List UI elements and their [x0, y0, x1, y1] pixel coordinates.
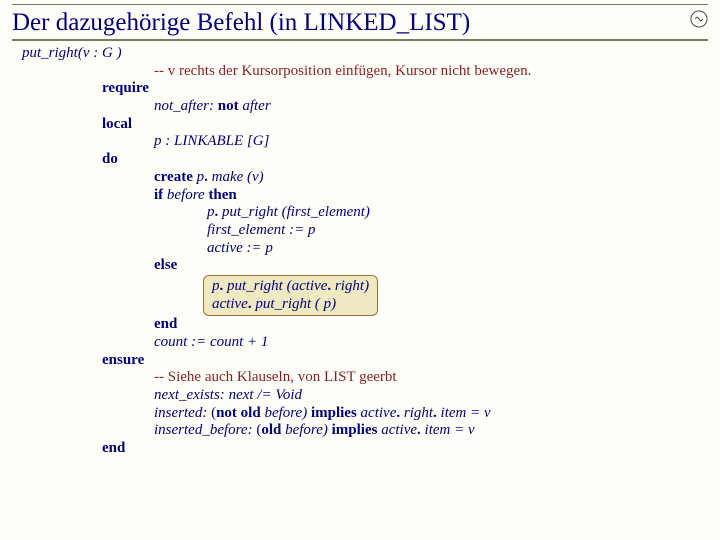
if-cond: before: [167, 187, 205, 203]
create-call: make (v): [212, 169, 264, 185]
e2-a: before): [264, 405, 307, 421]
kw-not: not: [218, 98, 239, 114]
then-2: first_element := p: [207, 222, 720, 240]
kw-create: create: [154, 169, 193, 185]
kw-local: local: [102, 116, 720, 134]
title-block: Der dazugehörige Befehl (in LINKED_LIST): [12, 0, 708, 41]
then1-call: put_right (first_element): [222, 204, 370, 220]
e1-expr: next /= Void: [229, 387, 302, 403]
pre-label: not_after:: [154, 98, 214, 114]
count-line: count := count + 1: [154, 334, 720, 352]
e2-d: item = v: [441, 405, 491, 421]
kw-if: if: [154, 187, 163, 203]
ensure-1: next_exists: next /= Void: [154, 387, 720, 405]
routine-name: put_right: [22, 45, 78, 61]
el1c: right): [335, 278, 369, 294]
top-comment: -- v rechts der Kursorposition einfügen,…: [154, 63, 720, 81]
if-line: if before then: [154, 187, 720, 205]
e3-label: inserted_before:: [154, 422, 253, 438]
else-line-2: active. put_right ( p): [212, 296, 369, 314]
kw-ensure: ensure: [102, 352, 720, 370]
ensure-comment: -- Siehe auch Klauseln, von LIST geerbt: [154, 369, 720, 387]
ensure-3: inserted_before: (old before) implies ac…: [154, 422, 720, 440]
e1-label: next_exists:: [154, 387, 225, 403]
code-block: put_right(v : G ) -- v rechts der Kursor…: [22, 45, 720, 458]
highlight-box: p. put_right (active. right) active. put…: [203, 275, 378, 316]
el2a: active: [212, 296, 248, 312]
then-1: p. put_right (first_element): [207, 204, 720, 222]
then1-target: p: [207, 204, 215, 220]
kw-require: require: [102, 80, 720, 98]
then-3: active := p: [207, 240, 720, 258]
e3-old: old: [261, 422, 281, 438]
el2b: put_right ( p): [255, 296, 336, 312]
e2-old: old: [241, 405, 261, 421]
e2-b: active: [361, 405, 397, 421]
e3-a: before): [285, 422, 328, 438]
create-line: create p. make (v): [154, 169, 720, 187]
kw-end-routine: end: [102, 440, 720, 458]
kw-else: else: [154, 257, 720, 275]
e2-c: right: [404, 405, 433, 421]
precondition: not_after: not after: [154, 98, 720, 116]
e2-implies: implies: [311, 405, 357, 421]
kw-do: do: [102, 151, 720, 169]
e3-c: item = v: [425, 422, 475, 438]
logo-icon: [690, 10, 708, 28]
else-line-1: p. put_right (active. right): [212, 278, 369, 296]
e3-b: active: [381, 422, 417, 438]
e3-implies: implies: [332, 422, 378, 438]
e2-not: not: [216, 405, 237, 421]
kw-then: then: [208, 187, 236, 203]
slide-title: Der dazugehörige Befehl (in LINKED_LIST): [12, 9, 708, 37]
routine-args: (v : G ): [78, 45, 122, 61]
el1b: put_right (active: [227, 278, 327, 294]
else-box-wrap: p. put_right (active. right) active. put…: [207, 275, 720, 316]
signature: put_right(v : G ): [22, 45, 720, 63]
rule-bottom: [12, 39, 708, 41]
local-decl: p : LINKABLE [G]: [154, 133, 720, 151]
e2-label: inserted:: [154, 405, 207, 421]
ensure-2: inserted: (not old before) implies activ…: [154, 405, 720, 423]
rule-top: [12, 4, 708, 5]
kw-end-if: end: [154, 316, 720, 334]
create-target: p: [197, 169, 205, 185]
pre-expr: after: [242, 98, 270, 114]
el1a: p: [212, 278, 220, 294]
